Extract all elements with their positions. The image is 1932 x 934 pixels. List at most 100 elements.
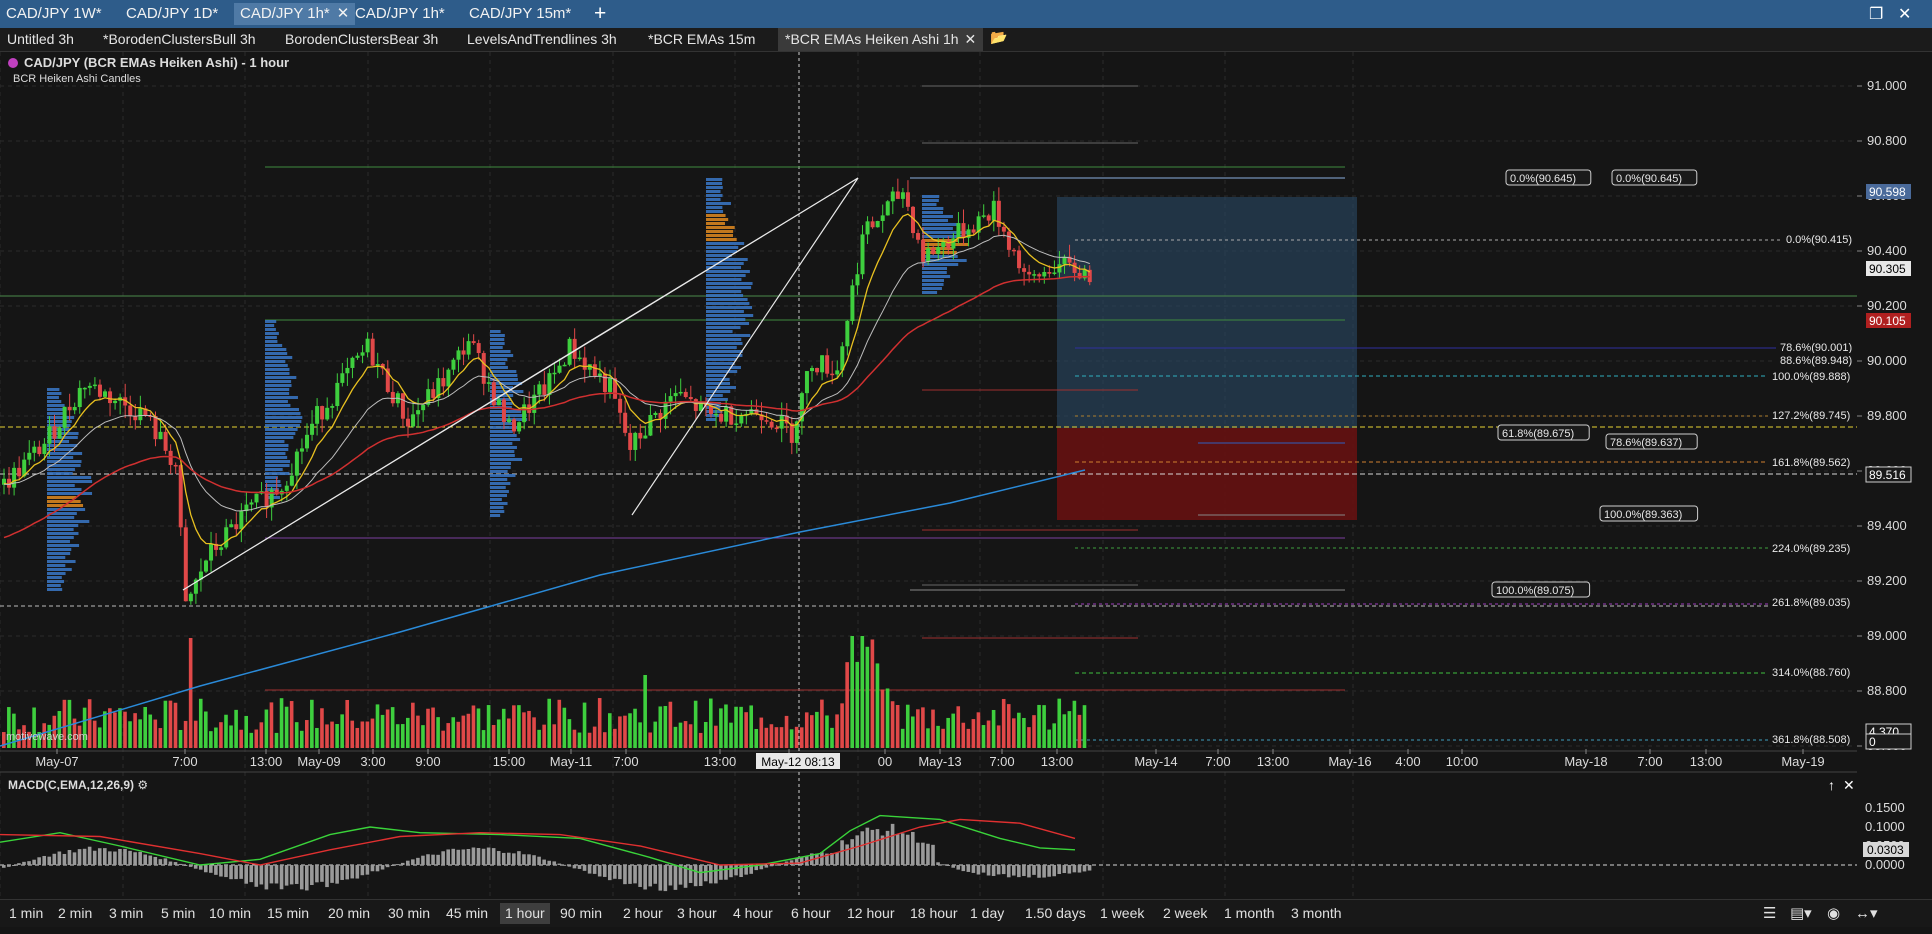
timeframe-3-hour[interactable]: 3 hour xyxy=(672,903,722,924)
volume-bar xyxy=(703,721,708,748)
macd-histogram-bar xyxy=(507,852,511,865)
volume-bar xyxy=(229,725,233,748)
macd-histogram-bar xyxy=(133,852,137,865)
window-tab-1[interactable]: CAD/JPY 1W* xyxy=(0,3,108,25)
candle-body xyxy=(769,421,774,428)
profile-bar xyxy=(265,384,292,387)
candle-body xyxy=(507,419,511,422)
open-folder-icon[interactable]: 📂 xyxy=(990,29,1007,46)
eye-icon[interactable]: ◉ xyxy=(1827,904,1840,922)
profile-bar xyxy=(47,480,93,483)
workspace-tab-6[interactable]: *BCR EMAs Heiken Ashi 1h ✕ xyxy=(778,28,984,51)
volume-bar xyxy=(320,708,324,748)
candle-body xyxy=(850,285,855,321)
timeframe-20-min[interactable]: 20 min xyxy=(323,903,375,924)
timeframe-1-month[interactable]: 1 month xyxy=(1219,903,1280,924)
candle-body xyxy=(234,524,239,530)
volume-bar xyxy=(501,708,506,748)
list-icon[interactable]: ☰ xyxy=(1763,904,1776,922)
window-tab-2[interactable]: CAD/JPY 1D* xyxy=(120,3,224,25)
restore-window-icon[interactable]: ❐ xyxy=(1869,4,1883,24)
range-icon[interactable]: ↔▾ xyxy=(1855,904,1878,922)
timeframe-1-week[interactable]: 1 week xyxy=(1095,903,1149,924)
volume-bar xyxy=(1047,729,1051,748)
candle-body xyxy=(890,191,895,202)
timeframe-6-hour[interactable]: 6 hour xyxy=(786,903,836,924)
volume-bar xyxy=(820,699,824,748)
close-tab-icon[interactable]: ✕ xyxy=(337,5,350,22)
add-tab-icon[interactable]: + xyxy=(594,1,606,27)
volume-bar xyxy=(153,719,158,748)
volume-bar xyxy=(648,732,652,748)
candle-body xyxy=(1012,249,1016,252)
volume-bar xyxy=(991,709,996,748)
target-zone xyxy=(1057,197,1357,428)
timeframe-3-month[interactable]: 3 month xyxy=(1286,903,1347,924)
volume-bar xyxy=(1037,704,1041,748)
macd-histogram-bar xyxy=(335,865,339,884)
candle-body xyxy=(592,364,597,376)
gear-icon[interactable]: ⚙ xyxy=(137,778,148,792)
candle-body xyxy=(1006,231,1011,250)
timeframe-90-min[interactable]: 90 min xyxy=(555,903,607,924)
timeframe-1-hour[interactable]: 1 hour xyxy=(500,903,550,924)
macd-histogram-bar xyxy=(47,856,52,865)
timeframe-5-min[interactable]: 5 min xyxy=(156,903,200,924)
macd-title-text: MACD(C,EMA,12,26,9) xyxy=(8,778,135,792)
workspace-tab-5[interactable]: *BCR EMAs 15m xyxy=(641,28,762,51)
timeframe-1-day[interactable]: 1 day xyxy=(965,903,1009,924)
timeframe-1-50-days[interactable]: 1.50 days xyxy=(1020,903,1091,924)
timeframe-2-week[interactable]: 2 week xyxy=(1158,903,1212,924)
window-tab-4[interactable]: CAD/JPY 1h* xyxy=(349,3,451,25)
candle-body xyxy=(158,431,163,440)
close-window-icon[interactable]: ✕ xyxy=(1898,4,1911,24)
macd-title[interactable]: MACD(C,EMA,12,26,9) ⚙ xyxy=(8,778,148,792)
window-tab-5[interactable]: CAD/JPY 15m* xyxy=(463,3,577,25)
candle-body xyxy=(67,406,72,411)
profile-bar xyxy=(922,211,943,214)
volume-bar xyxy=(1006,704,1011,748)
timeframe-30-min[interactable]: 30 min xyxy=(383,903,435,924)
profile-bar xyxy=(706,294,744,297)
profile-bar xyxy=(706,222,725,225)
timeframe-2-min[interactable]: 2 min xyxy=(53,903,97,924)
volume-bar xyxy=(608,713,612,748)
window-tab-3[interactable]: CAD/JPY 1h* ✕ xyxy=(234,3,356,25)
timeframe-3-min[interactable]: 3 min xyxy=(104,903,148,924)
volume-bar xyxy=(764,727,769,748)
chart-type-icon[interactable]: ▤▾ xyxy=(1790,904,1812,922)
macd-histogram-bar xyxy=(567,865,572,867)
volume-bar xyxy=(1027,727,1031,748)
price-chart[interactable]: 0.0%(90.645) 0.0%(90.645) 0.0%(90.415) 78.6… xyxy=(0,52,1932,898)
timeframe-45-min[interactable]: 45 min xyxy=(441,903,493,924)
volume-bar xyxy=(87,699,92,748)
profile-bar xyxy=(265,432,296,435)
timeframe-4-hour[interactable]: 4 hour xyxy=(728,903,778,924)
workspace-tab-3[interactable]: BorodenClustersBear 3h xyxy=(278,28,445,51)
price-tick-label: 88.800 xyxy=(1867,683,1907,698)
timeframe-1-min[interactable]: 1 min xyxy=(4,903,48,924)
timeframe-12-hour[interactable]: 12 hour xyxy=(842,903,899,924)
timeframe-15-min[interactable]: 15 min xyxy=(262,903,314,924)
close-tab-icon[interactable]: ✕ xyxy=(965,31,977,47)
timeframe-10-min[interactable]: 10 min xyxy=(204,903,256,924)
macd-histogram-bar xyxy=(537,856,541,865)
time-tick-label: 9:00 xyxy=(415,754,440,769)
profile-bar xyxy=(706,374,726,377)
profile-bar xyxy=(265,336,277,339)
candle-body xyxy=(638,432,643,439)
workspace-tab-1[interactable]: Untitled 3h xyxy=(0,28,81,51)
timeframe-18-hour[interactable]: 18 hour xyxy=(905,903,962,924)
volume-bar xyxy=(431,707,435,748)
candle-body xyxy=(653,412,658,415)
profile-bar xyxy=(490,422,515,425)
candle-body xyxy=(461,350,466,355)
workspace-tab-4[interactable]: LevelsAndTrendlines 3h xyxy=(460,28,624,51)
macd-histogram-bar xyxy=(1032,865,1036,875)
timeframe-2-hour[interactable]: 2 hour xyxy=(618,903,668,924)
macd-histogram-bar xyxy=(239,865,243,879)
volume-bar xyxy=(638,722,642,748)
macd-histogram-bar xyxy=(97,848,102,865)
macd-histogram-bar xyxy=(638,865,642,887)
workspace-tab-2[interactable]: *BorodenClustersBull 3h xyxy=(96,28,263,51)
